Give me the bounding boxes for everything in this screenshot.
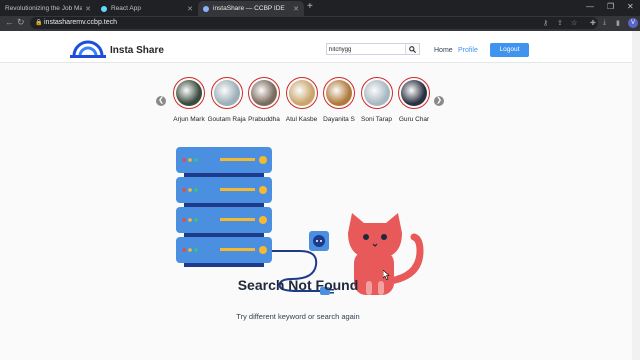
brand-name: Insta Share [110, 45, 164, 56]
tab-title: instaShare — CCBP IDE [213, 5, 285, 12]
story-ring [210, 77, 243, 109]
story-item[interactable]: Dayanita S [320, 77, 358, 123]
side-panel-icon[interactable]: ▮ [616, 19, 620, 27]
story-item[interactable]: Guru Char [395, 77, 433, 123]
nav-home-link[interactable]: Home [434, 47, 453, 54]
nav-profile-link[interactable]: Profile [458, 47, 478, 54]
key-icon[interactable]: ⚷ [543, 19, 548, 27]
story-avatar [251, 80, 277, 106]
tab-instashare[interactable]: instaShare — CCBP IDE ✕ [198, 1, 304, 16]
restore-icon[interactable]: ❐ [607, 2, 614, 11]
search-input[interactable] [329, 45, 403, 54]
story-ring [248, 77, 280, 109]
story-avatar [401, 80, 427, 106]
story-username: Dayanita S [323, 116, 355, 123]
extensions-icon[interactable]: ✚ [590, 19, 596, 27]
download-icon[interactable]: ⤓ [603, 19, 606, 27]
story-username: Goutam Raja [207, 116, 246, 123]
reload-icon[interactable]: ↻ [17, 17, 25, 28]
story-avatar [213, 80, 240, 106]
prev-arrow-icon[interactable]: ❮ [156, 96, 166, 106]
not-found-title: Search Not Found [237, 277, 359, 293]
story-username: Soni Tarap [361, 116, 392, 123]
story-username: Prabuddha [248, 116, 280, 123]
story-ring [285, 77, 318, 109]
next-arrow-icon[interactable]: ❯ [434, 96, 444, 106]
browser-toolbar: ← ↻ 🔒 instasharemv.ccbp.tech ⚷ ⇪ ☆ ✚ ⤓ ▮… [0, 16, 640, 31]
story-avatar [363, 80, 390, 106]
search-box [326, 43, 420, 55]
app-header: Insta Share Home Profile Logout [0, 31, 632, 63]
tab-close-icon[interactable]: ✕ [187, 5, 193, 13]
star-icon[interactable]: ☆ [571, 19, 577, 27]
story-ring [360, 77, 393, 109]
server-stack-icon [176, 147, 272, 267]
tab-close-icon[interactable]: ✕ [85, 5, 91, 13]
new-tab-icon[interactable]: + [307, 1, 313, 12]
url-text: instasharemv.ccbp.tech [44, 19, 118, 26]
minimize-icon[interactable]: — [586, 2, 594, 11]
tab-close-icon[interactable]: ✕ [293, 5, 299, 13]
story-item[interactable]: Arjun Mark [170, 77, 208, 123]
insta-share-logo-icon[interactable] [70, 38, 106, 58]
story-item[interactable]: Goutam Raja [208, 77, 246, 123]
stories-carousel: ❮ ❯ Arjun Mark Goutam Raja Prabuddha Atul K… [156, 77, 446, 129]
lock-icon: 🔒 [35, 20, 43, 26]
story-avatar [176, 80, 202, 106]
tab-react-app[interactable]: React App ✕ [96, 1, 198, 16]
back-icon[interactable]: ← [5, 17, 14, 27]
search-button[interactable] [405, 44, 419, 54]
profile-avatar[interactable]: V [628, 18, 638, 28]
mouse-cursor-icon [383, 270, 390, 280]
page-content: Insta Share Home Profile Logout ❮ ❯ Arju… [0, 31, 632, 360]
story-username: Arjun Mark [173, 116, 205, 123]
story-ring [323, 77, 355, 109]
search-icon [409, 45, 417, 53]
window-close-icon[interactable]: ✕ [627, 2, 634, 11]
not-found-subtitle: Try different keyword or search again [236, 312, 360, 321]
story-item[interactable]: Soni Tarap [358, 77, 396, 123]
story-item[interactable]: Prabuddha [245, 77, 283, 123]
globe-favicon-icon [203, 5, 209, 12]
story-avatar [288, 80, 315, 106]
page-scrollbar[interactable] [632, 31, 640, 360]
share-icon[interactable]: ⇪ [557, 19, 563, 27]
logout-button[interactable]: Logout [490, 43, 529, 57]
browser-tab-bar: Revolutionizing the Job Market | ✕ React… [0, 0, 640, 16]
tab-title: React App [111, 5, 141, 12]
story-username: Guru Char [398, 116, 430, 123]
story-username: Atul Kasbe [285, 116, 318, 123]
react-favicon-icon [101, 5, 107, 12]
story-ring [173, 77, 205, 109]
story-ring [398, 77, 430, 109]
tab-title: Revolutionizing the Job Market | [5, 5, 83, 12]
story-avatar [326, 80, 352, 106]
tab-job-market[interactable]: Revolutionizing the Job Market | ✕ [0, 1, 96, 16]
story-item[interactable]: Atul Kasbe [283, 77, 321, 123]
